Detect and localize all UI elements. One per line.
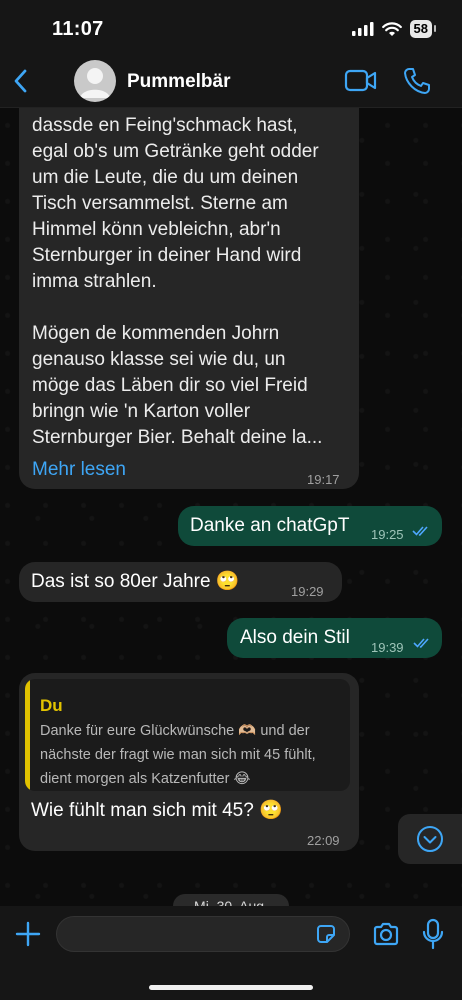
message-bubble-outgoing[interactable]: Also dein Stil 19:39	[227, 618, 442, 658]
status-time: 11:07	[52, 18, 104, 40]
avatar[interactable]	[74, 60, 116, 102]
person-icon	[80, 68, 110, 98]
chevron-left-icon	[14, 69, 27, 93]
read-receipt-icon	[412, 526, 428, 537]
attach-button[interactable]	[14, 920, 42, 948]
message-bubble-outgoing[interactable]: Danke an chatGpT 19:25	[178, 506, 442, 546]
wifi-icon	[381, 21, 402, 36]
message-text: Also dein Stil	[240, 627, 350, 648]
home-indicator	[149, 985, 313, 990]
message-time: 22:09	[307, 833, 340, 848]
microphone-button[interactable]	[422, 918, 444, 950]
quoted-reply[interactable]: Du Danke für eure Glückwünsche 🫶🏼 und de…	[25, 679, 350, 791]
message-bubble-incoming[interactable]: dassde en Feing'schmack hast, egal ob's …	[19, 102, 359, 489]
message-text: dassde en Feing'schmack hast, egal ob's …	[32, 115, 323, 448]
camera-icon	[373, 922, 399, 946]
camera-button[interactable]	[372, 920, 400, 948]
cellular-signal-icon	[351, 22, 374, 36]
message-time: 19:39	[371, 640, 404, 655]
quoted-author: Du	[40, 696, 63, 715]
phone-icon	[404, 68, 430, 94]
chat-header: Pummelbär	[0, 58, 462, 108]
video-camera-icon	[344, 69, 377, 92]
compose-bar	[0, 906, 462, 1000]
message-text: Wie fühlt man sich mit 45? 🙄	[31, 800, 283, 821]
voice-call-button[interactable]	[402, 66, 432, 96]
battery-indicator: 58	[409, 20, 437, 38]
message-text: Das ist so 80er Jahre 🙄	[31, 571, 240, 592]
message-input[interactable]	[56, 916, 350, 952]
chevron-down-circle-icon	[417, 826, 443, 852]
quoted-text: Danke für eure Glückwünsche 🫶🏼 und der n…	[40, 723, 316, 787]
sticker-icon	[317, 925, 335, 943]
read-more-link[interactable]: Mehr lesen	[32, 457, 126, 483]
sticker-button[interactable]	[314, 922, 338, 946]
microphone-icon	[422, 918, 444, 950]
scroll-to-bottom-button[interactable]	[398, 814, 462, 864]
contact-name[interactable]: Pummelbär	[127, 71, 230, 93]
back-button[interactable]	[8, 66, 32, 96]
plus-icon	[15, 921, 41, 947]
message-time: 19:29	[291, 584, 324, 599]
message-time: 19:17	[307, 472, 340, 487]
status-icons: 58	[351, 20, 437, 38]
video-call-button[interactable]	[344, 68, 378, 94]
message-text: Danke an chatGpT	[190, 515, 350, 536]
message-bubble-incoming[interactable]: Du Danke für eure Glückwünsche 🫶🏼 und de…	[19, 673, 359, 851]
status-bar: 11:07 58	[0, 0, 462, 58]
quote-accent-bar	[25, 679, 30, 791]
read-receipt-icon	[413, 638, 429, 649]
message-bubble-incoming[interactable]: Das ist so 80er Jahre 🙄 19:29	[19, 562, 342, 602]
message-time: 19:25	[371, 527, 404, 542]
